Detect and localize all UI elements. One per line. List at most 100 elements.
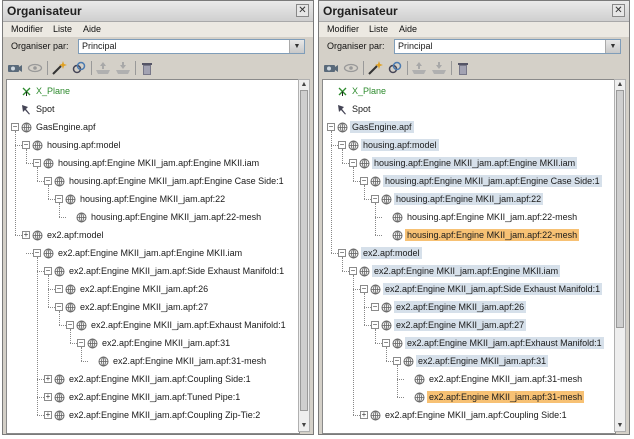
tree-row[interactable]: − ex2.apf:Engine MKII_jam.apf:Side Exhaus… (7, 262, 297, 280)
tree-row[interactable]: − housing.apf:Engine MKII_jam.apf:Engine … (7, 154, 297, 172)
collapse-toggle[interactable]: − (349, 159, 357, 167)
tree-row[interactable]: + ex2.apf:Engine MKII_jam.apf:Coupling Si… (323, 406, 613, 424)
expand-toggle[interactable]: + (360, 411, 368, 419)
tree-row[interactable]: ex2.apf:Engine MKII_jam.apf:31-mesh (7, 352, 297, 370)
close-button[interactable]: ✕ (296, 4, 309, 17)
collapse-toggle[interactable]: − (77, 339, 85, 347)
tree-row[interactable]: − housing.apf:model (323, 136, 613, 154)
tree-row[interactable]: − ex2.apf:Engine MKII_jam.apf:31 (323, 352, 613, 370)
collapse-toggle[interactable]: − (33, 249, 41, 257)
collapse-toggle[interactable]: − (44, 267, 52, 275)
link-icon[interactable] (71, 60, 87, 76)
expand-toggle[interactable]: + (44, 393, 52, 401)
collapse-toggle[interactable]: − (33, 159, 41, 167)
close-button[interactable]: ✕ (612, 4, 625, 17)
collapse-toggle[interactable]: − (382, 339, 390, 347)
tree-row[interactable]: + ex2.apf:Engine MKII_jam.apf:Coupling Si… (7, 370, 297, 388)
scroll-thumb[interactable] (616, 90, 624, 328)
collapse-toggle[interactable]: − (22, 141, 30, 149)
tree-row[interactable]: − housing.apf:Engine MKII_jam.apf:22 (323, 190, 613, 208)
wand-icon[interactable] (51, 60, 67, 76)
organiser-select[interactable]: Principal ▼ (78, 39, 305, 54)
tree-row[interactable]: Spot (7, 100, 297, 118)
tree-row[interactable]: housing.apf:Engine MKII_jam.apf:22-mesh (7, 208, 297, 226)
collapse-toggle[interactable]: − (55, 303, 63, 311)
trash-icon[interactable] (139, 60, 155, 76)
menu-modifier[interactable]: Modifier (327, 24, 359, 34)
eye-icon[interactable] (343, 60, 359, 76)
collapse-toggle[interactable]: − (66, 321, 74, 329)
tree-row[interactable]: X_Plane (323, 82, 613, 100)
scroll-down-arrow[interactable]: ▼ (299, 421, 309, 431)
chevron-down-icon[interactable]: ▼ (605, 40, 620, 53)
scroll-thumb[interactable] (300, 90, 308, 411)
tree-row[interactable]: − ex2.apf:Engine MKII_jam.apf:27 (323, 316, 613, 334)
menu-aide[interactable]: Aide (399, 24, 417, 34)
tree-row[interactable]: X_Plane (7, 82, 297, 100)
menu-modifier[interactable]: Modifier (11, 24, 43, 34)
tree-row[interactable]: − ex2.apf:Engine MKII_jam.apf:Side Exhaus… (323, 280, 613, 298)
collapse-toggle[interactable]: − (371, 195, 379, 203)
tree-row[interactable]: − ex2.apf:Engine MKII_jam.apf:Engine MKII… (7, 244, 297, 262)
trash-icon[interactable] (455, 60, 471, 76)
tree-row[interactable]: − ex2.apf:Engine MKII_jam.apf:Exhaust Man… (323, 334, 613, 352)
link-icon[interactable] (387, 60, 403, 76)
collapse-toggle[interactable]: − (55, 285, 63, 293)
scroll-down-arrow[interactable]: ▼ (615, 421, 625, 431)
menu-aide[interactable]: Aide (83, 24, 101, 34)
collapse-toggle[interactable]: − (393, 357, 401, 365)
tree-row[interactable]: − ex2.apf:Engine MKII_jam.apf:Exhaust Man… (7, 316, 297, 334)
tree-row[interactable]: − housing.apf:Engine MKII_jam.apf:22 (7, 190, 297, 208)
menu-liste[interactable]: Liste (369, 24, 388, 34)
scroll-up-arrow[interactable]: ▲ (615, 80, 625, 90)
tree-row[interactable]: + ex2.apf:model (7, 226, 297, 244)
tree-row[interactable]: ex2.apf:Engine MKII_jam.apf:31-mesh (323, 388, 613, 406)
collapse-toggle[interactable]: − (44, 177, 52, 185)
tree-row[interactable]: − housing.apf:Engine MKII_jam.apf:Engine … (323, 172, 613, 190)
expand-toggle[interactable]: + (44, 411, 52, 419)
tree-row[interactable]: − housing.apf:model (7, 136, 297, 154)
tree-row[interactable]: − housing.apf:Engine MKII_jam.apf:Engine … (7, 172, 297, 190)
tree-row[interactable]: − GasEngine.apf (323, 118, 613, 136)
tree-row[interactable]: − ex2.apf:Engine MKII_jam.apf:26 (323, 298, 613, 316)
expand-toggle[interactable]: + (22, 231, 30, 239)
tree-row[interactable]: Spot (323, 100, 613, 118)
scroll-up-arrow[interactable]: ▲ (299, 80, 309, 90)
collapse-toggle[interactable]: − (338, 249, 346, 257)
camera-icon[interactable] (7, 60, 23, 76)
tree-row[interactable]: − housing.apf:Engine MKII_jam.apf:Engine … (323, 154, 613, 172)
tree-row[interactable]: − ex2.apf:Engine MKII_jam.apf:31 (7, 334, 297, 352)
expand-toggle[interactable]: + (44, 375, 52, 383)
collapse-toggle[interactable]: − (371, 303, 379, 311)
chevron-down-icon[interactable]: ▼ (289, 40, 304, 53)
menu-liste[interactable]: Liste (53, 24, 72, 34)
vertical-scrollbar[interactable]: ▲ ▼ (614, 79, 626, 432)
camera-icon[interactable] (323, 60, 339, 76)
wand-icon[interactable] (367, 60, 383, 76)
tree-row[interactable]: − GasEngine.apf (7, 118, 297, 136)
collapse-toggle[interactable]: − (11, 123, 19, 131)
collapse-toggle[interactable]: − (349, 267, 357, 275)
collapse-toggle[interactable]: − (338, 141, 346, 149)
tray-in-icon[interactable] (95, 60, 111, 76)
tray-out-icon[interactable] (431, 60, 447, 76)
collapse-toggle[interactable]: − (327, 123, 335, 131)
collapse-toggle[interactable]: − (55, 195, 63, 203)
collapse-toggle[interactable]: − (371, 321, 379, 329)
tree-row[interactable]: − ex2.apf:model (323, 244, 613, 262)
vertical-scrollbar[interactable]: ▲ ▼ (298, 79, 310, 432)
tree-row[interactable]: − ex2.apf:Engine MKII_jam.apf:27 (7, 298, 297, 316)
eye-icon[interactable] (27, 60, 43, 76)
tree-row[interactable]: + ex2.apf:Engine MKII_jam.apf:Tuned Pipe:… (7, 388, 297, 406)
collapse-toggle[interactable]: − (360, 177, 368, 185)
tree-row[interactable]: housing.apf:Engine MKII_jam.apf:22-mesh (323, 226, 613, 244)
tree-row[interactable]: − ex2.apf:Engine MKII_jam.apf:Engine MKII… (323, 262, 613, 280)
tray-in-icon[interactable] (411, 60, 427, 76)
organiser-select[interactable]: Principal ▼ (394, 39, 621, 54)
collapse-toggle[interactable]: − (360, 285, 368, 293)
tree-row[interactable]: − ex2.apf:Engine MKII_jam.apf:26 (7, 280, 297, 298)
tray-out-icon[interactable] (115, 60, 131, 76)
tree-row[interactable]: + ex2.apf:Engine MKII_jam.apf:Coupling Zi… (7, 406, 297, 424)
tree-row[interactable]: housing.apf:Engine MKII_jam.apf:22-mesh (323, 208, 613, 226)
tree-row[interactable]: ex2.apf:Engine MKII_jam.apf:31-mesh (323, 370, 613, 388)
